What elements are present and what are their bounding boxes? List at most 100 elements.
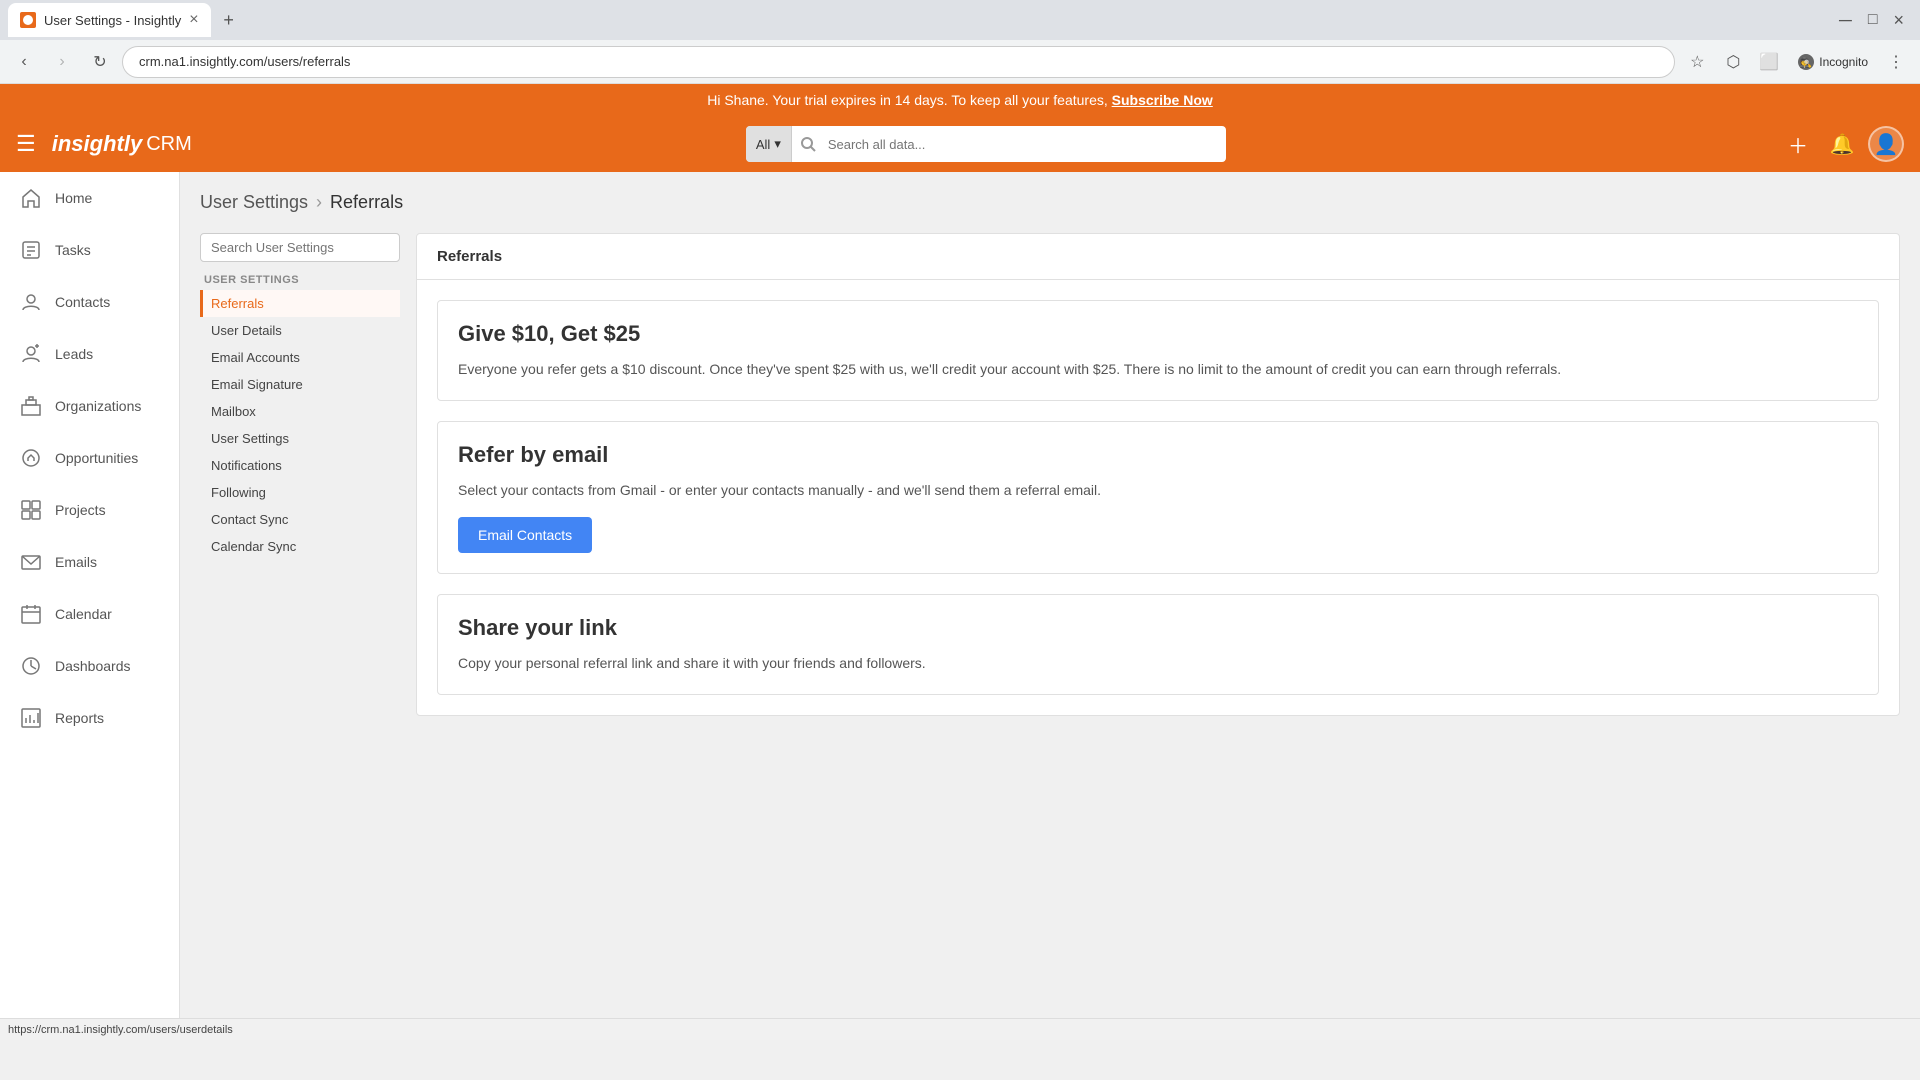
app-wrapper: Hi Shane. Your trial expires in 14 days.… [0,84,1920,1040]
projects-icon [19,498,43,522]
logo-area: insightly CRM [52,131,192,157]
sidebar-item-opportunities[interactable]: Opportunities [0,432,179,484]
settings-nav-calendar-sync[interactable]: Calendar Sync [200,533,400,560]
share-link-text: Copy your personal referral link and sha… [458,653,1858,674]
active-tab[interactable]: User Settings - Insightly × [8,3,211,37]
refer-email-card: Refer by email Select your contacts from… [437,421,1879,574]
add-button[interactable]: ＋ [1780,126,1816,162]
hamburger-menu[interactable]: ☰ [16,131,36,157]
sidebar-item-calendar[interactable]: Calendar [0,588,179,640]
settings-nav-following[interactable]: Following [200,479,400,506]
sidebar-label-home: Home [55,190,92,206]
sidebar-item-organizations[interactable]: Organizations [0,380,179,432]
status-url: https://crm.na1.insightly.com/users/user… [8,1024,233,1036]
user-avatar[interactable]: 👤 [1868,126,1904,162]
cast-button[interactable]: ⬡ [1717,46,1749,78]
sidebar-item-projects[interactable]: Projects [0,484,179,536]
search-area: All ▾ [208,126,1764,162]
sidebar-item-tasks[interactable]: Tasks [0,224,179,276]
dashboards-icon [19,654,43,678]
contacts-icon [19,290,43,314]
settings-nav-email-signature[interactable]: Email Signature [200,371,400,398]
breadcrumb: User Settings › Referrals [200,192,1900,213]
breadcrumb-current: Referrals [330,192,403,213]
settings-nav-user-settings[interactable]: User Settings [200,425,400,452]
sidebar-label-opportunities: Opportunities [55,450,138,466]
breadcrumb-separator: › [316,192,322,213]
settings-nav-contact-sync[interactable]: Contact Sync [200,506,400,533]
search-icon [800,136,816,152]
profile-button[interactable]: ⬜ [1753,46,1785,78]
back-button[interactable]: ‹ [8,46,40,78]
browser-toolbar: ‹ › ↻ crm.na1.insightly.com/users/referr… [0,40,1920,84]
search-box: All ▾ [746,126,1226,162]
sidebar-label-emails: Emails [55,554,97,570]
organizations-icon [19,394,43,418]
new-tab-button[interactable]: + [215,6,243,34]
incognito-indicator: 🕵 Incognito [1789,49,1876,75]
sidebar-item-leads[interactable]: Leads [0,328,179,380]
tab-close-button[interactable]: × [189,11,198,29]
settings-nav-mailbox[interactable]: Mailbox [200,398,400,425]
give-get-title: Give $10, Get $25 [458,321,1858,347]
trial-banner: Hi Shane. Your trial expires in 14 days.… [0,84,1920,116]
window-controls: ─ □ × [1839,10,1912,31]
sidebar-item-contacts[interactable]: Contacts [0,276,179,328]
refer-email-text: Select your contacts from Gmail - or ent… [458,480,1858,501]
content-panel-title: Referrals [417,234,1899,280]
address-bar[interactable]: crm.na1.insightly.com/users/referrals [122,46,1675,78]
sidebar-label-leads: Leads [55,346,93,362]
leads-icon [19,342,43,366]
settings-nav-notifications[interactable]: Notifications [200,452,400,479]
menu-button[interactable]: ⋮ [1880,46,1912,78]
minimize-button[interactable]: ─ [1839,10,1852,31]
settings-nav-user-details[interactable]: User Details [200,317,400,344]
close-button[interactable]: × [1893,10,1904,31]
sidebar-item-reports[interactable]: Reports [0,692,179,744]
svg-text:🕵: 🕵 [1800,56,1813,69]
forward-button[interactable]: › [46,46,78,78]
main-content: User Settings › Referrals USER SETTINGS … [180,172,1920,1018]
settings-sidebar: USER SETTINGS Referrals User Details Ema… [200,233,400,716]
sidebar-item-dashboards[interactable]: Dashboards [0,640,179,692]
refer-email-title: Refer by email [458,442,1858,468]
status-bar: https://crm.na1.insightly.com/users/user… [0,1018,1920,1040]
breadcrumb-parent[interactable]: User Settings [200,192,308,213]
app-body: Home Tasks Contacts Leads [0,172,1920,1018]
logo-text: insightly [52,131,142,157]
settings-search-input[interactable] [211,240,387,255]
tab-bar: User Settings - Insightly × + ─ □ × [0,0,1920,40]
dropdown-chevron-icon: ▾ [774,136,781,152]
share-link-card: Share your link Copy your personal refer… [437,594,1879,695]
sidebar-label-dashboards: Dashboards [55,658,131,674]
crm-label: CRM [146,133,192,156]
url-display: crm.na1.insightly.com/users/referrals [139,54,350,69]
bookmark-button[interactable]: ☆ [1681,46,1713,78]
settings-nav-email-accounts[interactable]: Email Accounts [200,344,400,371]
header-actions: ＋ 🔔 👤 [1780,126,1904,162]
search-filter-dropdown[interactable]: All ▾ [746,126,792,162]
settings-nav-section-label: USER SETTINGS [200,274,400,286]
toolbar-icons: ☆ ⬡ ⬜ 🕵 Incognito ⋮ [1681,46,1912,78]
tab-title: User Settings - Insightly [44,13,181,28]
opportunities-icon [19,446,43,470]
reload-button[interactable]: ↻ [84,46,116,78]
home-icon [19,186,43,210]
sidebar-label-organizations: Organizations [55,398,141,414]
trial-text: Hi Shane. Your trial expires in 14 days.… [707,92,1108,108]
content-panel: Referrals Give $10, Get $25 Everyone you… [416,233,1900,716]
subscribe-link[interactable]: Subscribe Now [1112,92,1213,108]
sidebar-item-home[interactable]: Home [0,172,179,224]
global-search-input[interactable] [816,137,1226,152]
calendar-icon [19,602,43,626]
notifications-button[interactable]: 🔔 [1824,126,1860,162]
sidebar-label-projects: Projects [55,502,106,518]
tab-favicon [20,12,36,28]
maximize-button[interactable]: □ [1868,11,1878,29]
sidebar-item-emails[interactable]: Emails [0,536,179,588]
email-contacts-button[interactable]: Email Contacts [458,517,592,553]
tasks-icon [19,238,43,262]
share-link-title: Share your link [458,615,1858,641]
settings-search-box[interactable] [200,233,400,262]
settings-nav-referrals[interactable]: Referrals [200,290,400,317]
